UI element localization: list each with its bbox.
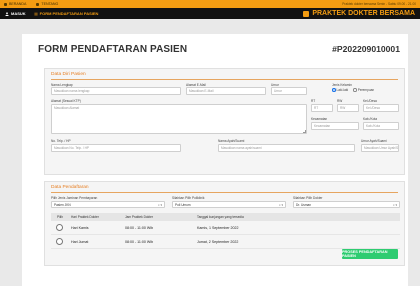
list-icon <box>34 12 38 15</box>
brand-logo[interactable]: PRAKTEK DOKTER BERSAMA <box>303 10 415 17</box>
laki-laki-label: Laki-laki <box>336 88 349 92</box>
umur-ayah-input[interactable]: Masukkan Umur Ayah/Su <box>361 144 399 152</box>
dokter-value: Dr. Usman <box>296 202 312 207</box>
tanggal-cell: Kamis, 1 September 2022 <box>197 225 239 230</box>
header-pilih: Pilih <box>57 215 64 219</box>
poli-value: Poli Umum <box>175 202 191 207</box>
kecamatan-label: Kecamatan <box>311 117 328 121</box>
dokter-select[interactable]: Dr. Usman × ▾ <box>293 201 400 208</box>
kelurahan-input[interactable]: Kel./Desa <box>363 104 399 112</box>
nav-beranda[interactable]: BERANDA <box>4 2 26 6</box>
jaminan-value: Pasien JKN <box>54 202 71 207</box>
kota-label: Kab./Kota <box>363 117 377 121</box>
nama-ayah-label: Nama Ayah/Suami <box>218 139 245 143</box>
pilih-cell <box>51 237 71 246</box>
chevron-down-icon: × ▾ <box>278 202 283 207</box>
section-data-pendaftaran: Data Pendaftaran Pilih Jenis Jaminan Pem… <box>44 181 405 266</box>
masuk-label: MASUK <box>11 11 26 16</box>
rt-input[interactable]: RT <box>311 104 333 112</box>
chevron-down-icon: × ▾ <box>157 202 162 207</box>
pilih-cell <box>51 223 71 232</box>
alamat-textarea[interactable]: Masukkan Alamat <box>51 104 307 134</box>
dokter-label: Silahkan Pilih Dokter <box>293 196 323 200</box>
section-divider <box>51 79 398 80</box>
perempuan-label: Perempuan <box>357 88 375 92</box>
header-tanggal: Tanggal kunjungan yang tersedia <box>197 215 244 219</box>
kelurahan-label: Kel./Desa <box>363 99 377 103</box>
resize-handle[interactable] <box>303 130 306 133</box>
jaminan-label: Pilih Jenis Jaminan Pembayaran <box>51 196 98 200</box>
rt-label: RT <box>311 99 316 103</box>
alamat-label: Alamat (Sesuai KTP) <box>51 99 81 103</box>
nama-ayah-input[interactable]: Masukkan nama ayah/suami <box>218 144 355 152</box>
umur-input[interactable]: Umur <box>271 87 307 95</box>
registration-number: #P202209010001 <box>332 44 400 54</box>
umur-ayah-label: Umur Ayah/Suami <box>361 139 387 143</box>
clinic-icon <box>303 10 310 17</box>
brand-name: PRAKTEK DOKTER BERSAMA <box>312 10 415 17</box>
jam-cell: 08:00 - 11:00 Wib <box>125 239 154 244</box>
header-hari: Hari Praktek Dokter <box>71 215 99 219</box>
page-title: FORM PENDAFTARAN PASIEN <box>38 44 188 55</box>
form-link-label: FORM PENDAFTARAN PASIEN <box>39 11 99 16</box>
tentang-label: TENTANG <box>41 2 59 6</box>
rw-label: RW <box>337 99 343 103</box>
table-row[interactable]: Hari Kamis 08:00 - 11:00 Wib Kamis, 1 Se… <box>51 221 400 235</box>
section-data-diri: Data Diri Pasien Nama Lengkap Masukkan n… <box>44 68 405 175</box>
kecamatan-input[interactable]: Kecamatan <box>311 122 359 130</box>
radio-perempuan[interactable] <box>353 88 357 92</box>
select-schedule-radio[interactable] <box>56 223 63 231</box>
submit-registration-button[interactable]: PROSES PENDAFTARAN PASIEN <box>342 249 398 259</box>
jaminan-select[interactable]: Pasien JKN × ▾ <box>51 201 165 208</box>
top-info-bar: BERANDA TENTANG Praktek dokter bersama S… <box>0 0 420 8</box>
header-jam: Jam Praktek Dokter <box>125 215 153 219</box>
masuk-link[interactable]: MASUK <box>5 11 26 16</box>
nama-input[interactable]: Masukkan nama lengkap <box>51 87 181 95</box>
section-divider <box>51 192 398 193</box>
telp-label: No. Telp. / HP <box>51 139 71 143</box>
schedule-table: Pilih Hari Praktek Dokter Jam Praktek Do… <box>51 213 400 249</box>
info-icon <box>36 2 40 6</box>
section-title-pendaftaran: Data Pendaftaran <box>51 185 89 190</box>
rw-input[interactable]: RW <box>337 104 359 112</box>
email-input[interactable]: Masukkan E-Mail <box>186 87 266 95</box>
beranda-label: BERANDA <box>9 2 27 6</box>
kota-input[interactable]: Kab./Kota <box>363 122 399 130</box>
table-row[interactable]: Hari Jumat 08:00 - 11:00 Wib Jumat, 2 Se… <box>51 235 400 249</box>
main-navbar: MASUK FORM PENDAFTARAN PASIEN PRAKTEK DO… <box>0 8 420 19</box>
chevron-down-icon: × ▾ <box>392 202 397 207</box>
home-icon <box>4 2 7 6</box>
hari-cell: Hari Kamis <box>71 225 89 230</box>
poli-select[interactable]: Poli Umum × ▾ <box>172 201 286 208</box>
radio-laki-laki[interactable] <box>332 88 336 92</box>
tanggal-cell: Jumat, 2 September 2022 <box>197 239 239 244</box>
practice-info: Praktek dokter bersama Senin - Sabtu 09.… <box>342 2 416 6</box>
jam-cell: 08:00 - 11:00 Wib <box>125 225 154 230</box>
hari-cell: Hari Jumat <box>71 239 89 244</box>
jenis-kelamin-label: Jenis Kelamin <box>332 83 352 87</box>
telp-input[interactable]: Masukkan No. Telp. / HP <box>51 144 181 152</box>
select-schedule-radio[interactable] <box>56 237 63 245</box>
registration-card: FORM PENDAFTARAN PASIEN #P202209010001 D… <box>22 34 408 286</box>
poli-label: Silahkan Pilih Poliklinik <box>172 196 205 200</box>
table-header: Pilih Hari Praktek Dokter Jam Praktek Do… <box>51 213 400 221</box>
nav-tentang[interactable]: TENTANG <box>36 2 58 6</box>
form-pendaftaran-link[interactable]: FORM PENDAFTARAN PASIEN <box>34 11 99 16</box>
section-title-diri: Data Diri Pasien <box>51 72 86 77</box>
jenis-kelamin-group: Laki-laki Perempuan <box>332 88 374 92</box>
user-icon <box>5 11 9 16</box>
